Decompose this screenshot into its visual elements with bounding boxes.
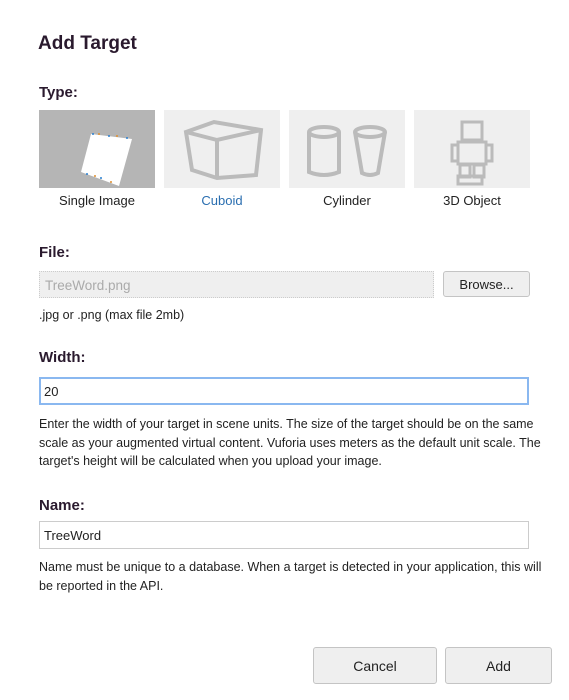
width-help: Enter the width of your target in scene … <box>39 417 541 468</box>
width-input[interactable]: 20 <box>39 377 529 405</box>
file-hint: .jpg or .png (max file 2mb) <box>39 308 185 322</box>
type-label-cuboid[interactable]: Cuboid <box>164 193 280 208</box>
name-label: Name: <box>39 497 85 514</box>
browse-button[interactable]: Browse... <box>443 271 530 297</box>
type-cylinder[interactable] <box>289 110 405 188</box>
add-button[interactable]: Add <box>445 647 552 684</box>
dialog-title: Add Target <box>38 33 137 54</box>
cancel-button[interactable]: Cancel <box>313 647 437 684</box>
file-label: File: <box>39 244 70 261</box>
type-label: Type: <box>39 84 78 101</box>
name-help: Name must be unique to a database. When … <box>39 560 542 593</box>
width-label: Width: <box>39 349 86 366</box>
type-label-3d-object[interactable]: 3D Object <box>414 193 530 208</box>
single-image-icon <box>81 133 132 186</box>
type-3d-object[interactable] <box>414 110 530 188</box>
name-input[interactable]: TreeWord <box>39 521 529 549</box>
file-path-field[interactable]: TreeWord.png <box>39 271 434 298</box>
type-label-single-image[interactable]: Single Image <box>39 193 155 208</box>
type-label-cylinder[interactable]: Cylinder <box>289 193 405 208</box>
cylinder-icon <box>307 125 387 177</box>
3d-object-icon <box>450 120 494 186</box>
type-cuboid[interactable] <box>164 110 280 188</box>
type-single-image[interactable] <box>39 110 155 188</box>
cuboid-icon <box>183 119 264 181</box>
